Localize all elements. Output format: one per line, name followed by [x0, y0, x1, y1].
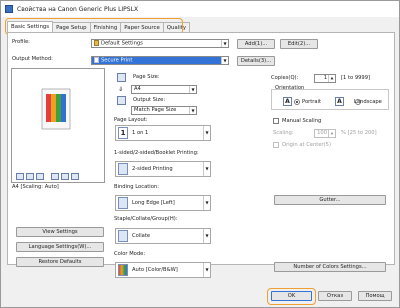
preview-icon-bar	[16, 173, 79, 180]
page-size-value: A4	[134, 86, 141, 92]
chevron-down-icon: ▼	[203, 126, 210, 140]
page-size-icon	[117, 73, 126, 82]
profile-select[interactable]: Default Settings ▼	[91, 39, 229, 48]
tab-finishing[interactable]: Finishing	[89, 22, 122, 32]
binding-value: Long Edge [Left]	[132, 200, 175, 206]
landscape-label: Landscape	[354, 99, 382, 105]
preview-caption: A4 [Scaling: Auto]	[12, 184, 59, 190]
output-method-label: Output Method:	[12, 56, 53, 62]
color-mode-icon	[118, 264, 128, 276]
profile-label: Profile:	[12, 39, 30, 45]
number-of-colors-button[interactable]: Number of Colors Settings...	[274, 262, 386, 272]
layout-icon: 1	[118, 127, 128, 139]
page-layout-label: Page Layout:	[114, 117, 148, 123]
ok-button[interactable]: OK	[271, 291, 312, 301]
staple-select[interactable]: Collate ▼	[115, 228, 211, 244]
profile-icon	[94, 40, 99, 46]
tab-strip: Basic Settings Page Setup Finishing Pape…	[7, 21, 191, 32]
page-layout-value: 1 on 1	[132, 130, 149, 136]
profile-value: Default Settings	[101, 40, 143, 47]
tab-page-setup[interactable]: Page Setup	[52, 22, 91, 32]
spin-icon[interactable]: ▲	[328, 130, 335, 137]
manual-scaling-checkbox[interactable]	[273, 118, 279, 124]
printing-select[interactable]: 2-sided Printing ▼	[115, 161, 211, 177]
binding-label: Binding Location:	[114, 184, 159, 190]
window-title: Свойства на Canon Generic Plus LIPSLX	[17, 5, 139, 13]
output-method-value: Secure Print	[101, 57, 133, 64]
scaling-label: Scaling:	[273, 130, 294, 136]
output-size-value: Match Page Size	[134, 107, 177, 113]
tab-paper-source[interactable]: Paper Source	[120, 22, 164, 32]
landscape-icon: A	[335, 97, 344, 106]
page-preview	[11, 68, 105, 183]
binding-select[interactable]: Long Edge [Left] ▼	[115, 195, 211, 211]
chevron-down-icon: ▼	[189, 86, 196, 93]
chevron-down-icon: ▼	[203, 162, 210, 176]
chevron-down-icon: ▼	[203, 263, 210, 277]
copies-value: 1	[323, 75, 327, 81]
binding-icon[interactable]	[36, 173, 44, 180]
portrait-icon: A	[283, 97, 292, 106]
scaling-value: 100	[317, 130, 327, 136]
staple-value: Collate	[132, 233, 151, 239]
help-button[interactable]: Помощ	[358, 291, 392, 301]
portrait-radio[interactable]	[294, 99, 300, 105]
title-bar: Свойства на Canon Generic Plus LIPSLX	[1, 1, 399, 17]
secure-print-icon	[94, 57, 99, 63]
staple-label: Staple/Collate/Group(H):	[114, 216, 178, 222]
binding-icon	[118, 197, 128, 209]
arrow-down-icon: ⇓	[118, 86, 124, 93]
page-size-label: Page Size:	[133, 74, 160, 80]
manual-scaling-label: Manual Scaling	[282, 118, 322, 124]
output-size-label: Output Size:	[133, 97, 166, 103]
cancel-button[interactable]: Отказ	[318, 291, 352, 301]
color-mode-select[interactable]: Auto [Color/B&W] ▼	[115, 262, 211, 278]
chevron-down-icon: ▼	[203, 229, 210, 243]
language-settings-button[interactable]: Language Settings(W)...	[16, 242, 104, 252]
properties-dialog: Свойства на Canon Generic Plus LIPSLX Ba…	[0, 0, 400, 308]
printer-icon	[5, 5, 13, 13]
chevron-down-icon: ▼	[221, 57, 228, 64]
printing-label: 1-sided/2-sided/Booklet Printing:	[114, 150, 199, 156]
origin-center-label: Origin at Center(5)	[282, 142, 331, 148]
spin-icon[interactable]: ▲	[328, 75, 335, 82]
tab-quality[interactable]: Quality	[162, 22, 191, 32]
output-method-select[interactable]: Secure Print ▼	[91, 56, 229, 65]
finishing-icon[interactable]	[16, 173, 24, 180]
copies-range: [1 to 9999]	[341, 75, 371, 81]
copies-label: Copies(Q):	[271, 75, 299, 81]
duplex-icon[interactable]	[61, 173, 69, 180]
portrait-label: Portrait	[302, 99, 322, 105]
details-button[interactable]: Details(3)...	[237, 56, 275, 66]
duplex-icon	[118, 163, 128, 175]
output-size-select[interactable]: Match Page Size ▼	[131, 106, 197, 115]
collate-icon	[118, 230, 128, 242]
page-layout-select[interactable]: 1 1 on 1 ▼	[115, 125, 211, 141]
printing-value: 2-sided Printing	[132, 166, 173, 172]
copies-input[interactable]: 1 ▲	[314, 74, 336, 83]
chevron-down-icon: ▼	[189, 107, 196, 114]
tab-basic-settings[interactable]: Basic Settings	[7, 21, 54, 32]
color-mode-label: Color Mode:	[114, 251, 146, 257]
chevron-down-icon: ▼	[221, 40, 228, 47]
edit-profile-button[interactable]: Edit(2)...	[280, 39, 318, 49]
preview-image	[41, 88, 71, 130]
color-mode-value: Auto [Color/B&W]	[132, 267, 178, 273]
output-size-icon	[117, 96, 126, 105]
color-icon[interactable]	[51, 173, 59, 180]
restore-defaults-button[interactable]: Restore Defaults	[16, 257, 104, 267]
add-profile-button[interactable]: Add(1)...	[237, 39, 275, 49]
layout-icon[interactable]	[71, 173, 79, 180]
scaling-input[interactable]: 100 ▲	[314, 129, 336, 138]
origin-center-checkbox[interactable]	[273, 142, 279, 148]
scaling-range: % [25 to 200]	[341, 130, 377, 136]
staple-icon[interactable]	[26, 173, 34, 180]
view-settings-button[interactable]: View Settings	[16, 227, 104, 237]
gutter-button[interactable]: Gutter...	[274, 195, 386, 205]
chevron-down-icon: ▼	[203, 196, 210, 210]
page-size-select[interactable]: A4 ▼	[131, 85, 197, 94]
